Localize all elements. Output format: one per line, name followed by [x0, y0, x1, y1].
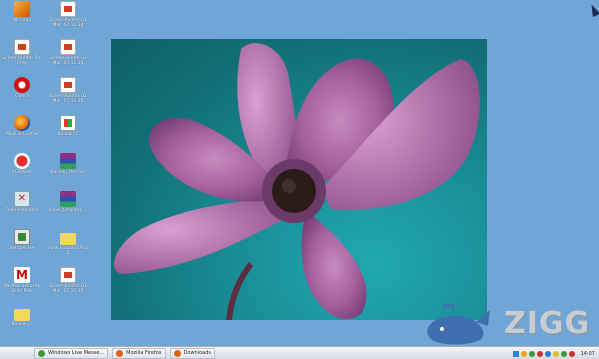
desktop-icon-label: Screenhunter 01 Mar. 07.11.35: [49, 284, 87, 294]
taskbar-button-firefox[interactable]: Mozilla Firefox: [112, 347, 166, 359]
desktop-icon-label: Baixaki C: [57, 132, 79, 137]
winrar-icon: [60, 153, 76, 169]
desktop-icon-setup[interactable]: Setupe.exe: [0, 229, 44, 251]
desktop-icon-label: Winamp: [12, 18, 32, 23]
firefox-icon: [173, 349, 181, 357]
desktop-icon-label: Mozilla Firefox: [6, 132, 38, 137]
desktop-icon-baixaki-c-folder[interactable]: Baixaki C: [0, 305, 44, 327]
desktop-icon-label: Opera: [15, 94, 29, 99]
desktop-icon-label: Snow_Leopard_...: [48, 208, 88, 213]
desktop-icon-opera[interactable]: Opera: [0, 77, 44, 99]
tray-icon[interactable]: [560, 350, 567, 357]
taskbar-button-label: Downloads: [183, 350, 211, 356]
desktop-icon-label: Screenhunter 01 Mar. 07.11.34: [49, 18, 87, 28]
desktop-icon-screenhunter-file-4[interactable]: Screenhunter 01 Mar. 07.11.35: [46, 267, 90, 294]
system-tray: 14:07: [511, 347, 599, 359]
winrar-icon: [60, 191, 76, 207]
taskbar-button-messenger[interactable]: Windows Live Messe...: [34, 347, 109, 359]
screenshot-file-icon: [60, 1, 76, 17]
folder-icon: [60, 233, 76, 245]
desktop-icon-label: FileUnsealable: [5, 208, 39, 213]
taskbar-button-label: Windows Live Messe...: [48, 350, 105, 356]
desktop-icon-ccleaner[interactable]: CCleaner: [0, 153, 44, 175]
tray-icon[interactable]: [528, 350, 535, 357]
desktop-icon-baixaki-c[interactable]: Baixaki C: [46, 115, 90, 137]
ccleaner-icon: [14, 153, 30, 169]
desktop-icon-mcafee[interactable]: M McAfee Security Scan Plus: [0, 267, 44, 294]
firefox-icon: [116, 349, 124, 357]
zigg-watermark: ZIGG: [424, 302, 594, 348]
desktop-icon-baixaki-themes[interactable]: Baixaki_themes: [46, 153, 90, 175]
flower-image: [113, 43, 480, 320]
taskbar-button-downloads[interactable]: Downloads: [169, 347, 215, 359]
screenhunter-icon: [14, 39, 30, 55]
desktop-icon-screenhunter-app[interactable]: ScreenHunter 5.0 Free: [0, 39, 44, 66]
tray-icon[interactable]: [568, 350, 575, 357]
desktop-icon-label: Baixaki_themes: [50, 170, 86, 175]
desktop-icon-file-unsealable[interactable]: FileUnsealable: [0, 191, 44, 213]
taskbar-button-label: Mozilla Firefox: [126, 350, 162, 356]
desktop-icon-screenhunter-file-3[interactable]: Screenhunter 02 Mar. 07.11.35: [46, 77, 90, 104]
whale-icon: [427, 303, 490, 345]
start-button-area[interactable]: [0, 347, 34, 359]
desktop-icon-screenhunter-file-2[interactable]: ScreenHunter 02 Mar. 07.11.35: [46, 39, 90, 66]
screenshot-file-icon: [60, 39, 76, 55]
desktop-icon-label: Screenhunter 02 Mar. 07.11.35: [49, 94, 87, 104]
setup-icon: [14, 229, 30, 245]
desktop-icon-winamp[interactable]: Winamp: [0, 1, 44, 23]
mouse-cursor: [587, 2, 599, 18]
tray-icon[interactable]: [552, 350, 559, 357]
desktop-icon-screenhunter-file-1[interactable]: Screenhunter 01 Mar. 07.11.34: [46, 1, 90, 28]
screenshot-file-icon: [60, 267, 76, 283]
desktop-icon-label: ScreenHunter 5.0 Free: [2, 56, 42, 66]
firefox-icon: [14, 115, 30, 131]
desktop-icon-snow-leopard-rar[interactable]: Snow_Leopard_...: [46, 191, 90, 213]
desktop-icon-label: Snow Leopard Pack 2: [46, 246, 90, 256]
desktop-icon-snow-leopard-pack[interactable]: Snow Leopard Pack 2: [46, 229, 90, 256]
tray-icon[interactable]: [536, 350, 543, 357]
wallpaper-photo: [111, 39, 487, 320]
show-desktop-icon[interactable]: [512, 350, 519, 357]
desktop-icon-label: CCleaner: [11, 170, 33, 175]
desktop-icon-label: Setupe.exe: [9, 246, 35, 251]
tray-icon[interactable]: [520, 350, 527, 357]
taskbar: Windows Live Messe... Mozilla Firefox Do…: [0, 346, 599, 359]
desktop-icon-label: McAfee Security Scan Plus: [3, 284, 41, 294]
messenger-icon: [38, 349, 45, 357]
screenshot-file-icon: [60, 77, 76, 93]
mcafee-icon: M: [14, 267, 30, 283]
windows-icon: [60, 115, 76, 131]
desktop-icon-firefox[interactable]: Mozilla Firefox: [0, 115, 44, 137]
opera-icon: [14, 77, 30, 93]
tray-icon[interactable]: [544, 350, 551, 357]
watermark-text: ZIGG: [504, 306, 591, 341]
desktop-icon-label: ScreenHunter 02 Mar. 07.11.35: [48, 56, 88, 66]
desktop-icon-label: Baixaki C: [11, 322, 33, 327]
winamp-icon: [14, 1, 30, 17]
taskbar-clock[interactable]: 14:07: [581, 351, 595, 357]
file-unsealable-icon: [14, 191, 30, 207]
folder-icon: [14, 309, 30, 321]
